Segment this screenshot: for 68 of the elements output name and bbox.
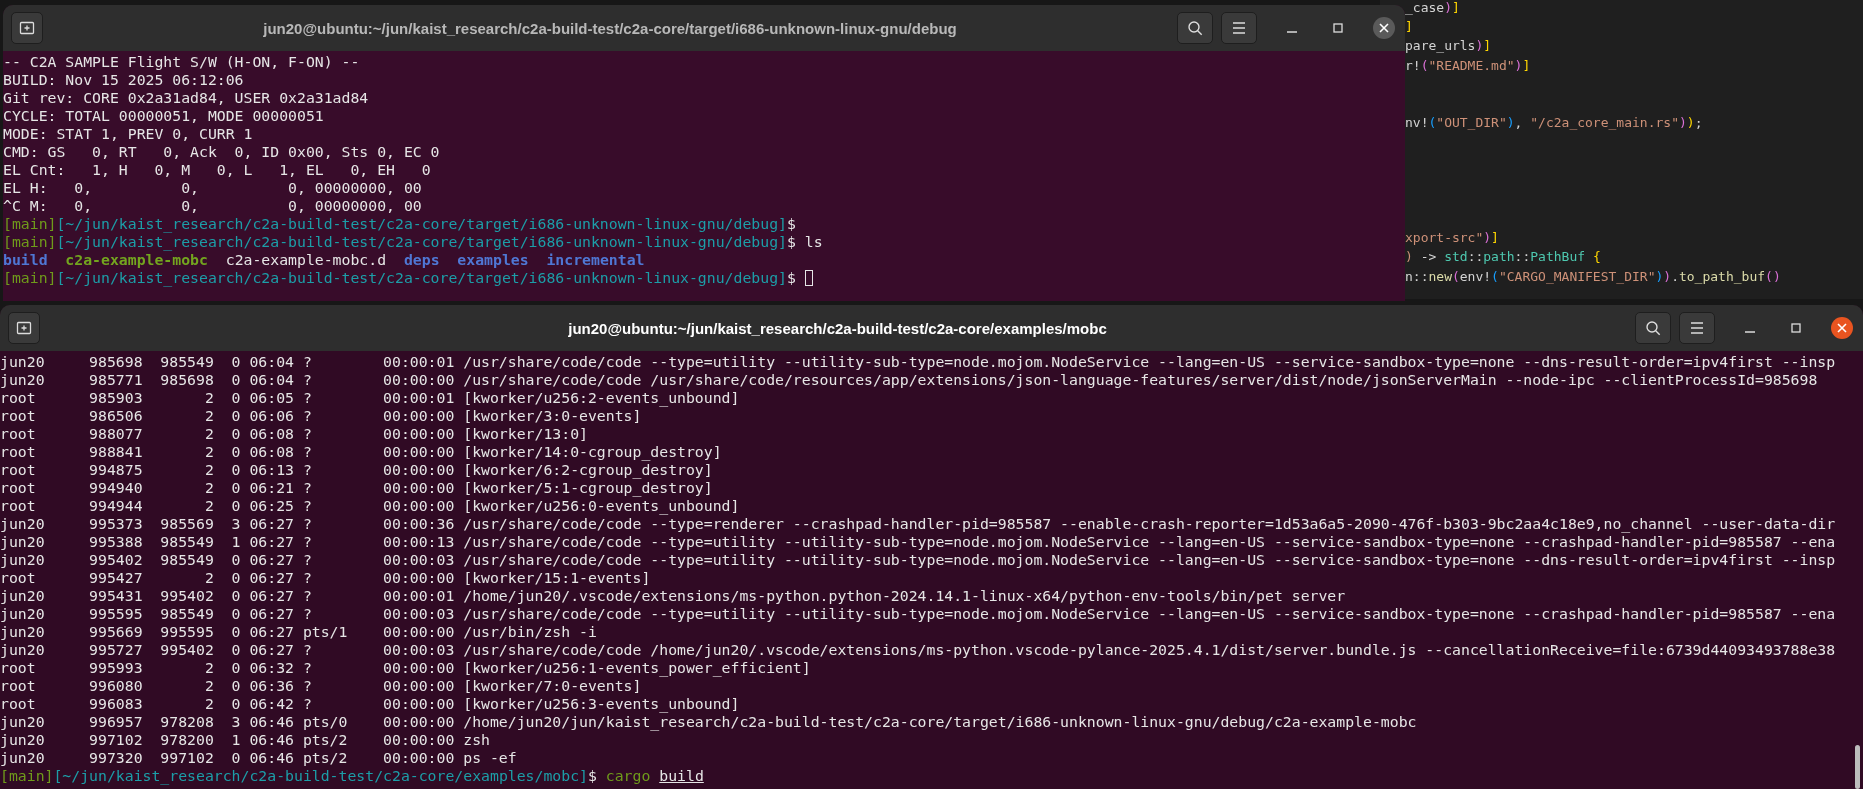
terminal-line: root 996083 2 0 06:42 ? 00:00:00 [kworker/u256:3-events_unbound] xyxy=(0,695,740,713)
terminal-line: root 985903 2 0 06:05 ? 00:00:01 [kworker/u256:2-events_unbound] xyxy=(0,389,740,407)
terminal-line: jun20 995402 985549 0 06:27 ? 00:00:03 /usr/share/code/code --type=utility --utility-sub-type=node.mojom.NodeService --lang=en-US --service-sandbox-type=none --dns-result-order=ipv4first --insp xyxy=(0,551,1836,569)
terminal-line: EL H: 0, 0, 0, 00000000, 00 xyxy=(3,179,422,197)
terminal-line: [main][~/jun/kaist_research/c2a-build-test/c2a-core/target/i686-unknown-linux-gnu/debug]$ ls xyxy=(3,233,823,251)
menu-button[interactable] xyxy=(1679,312,1715,344)
code-line: xport-src")] xyxy=(1405,229,1500,248)
terminal-line: MODE: STAT 1, PREV 0, CURR 1 xyxy=(3,125,253,143)
terminal-line: root 995993 2 0 06:32 ? 00:00:00 [kworker/u256:1-events_power_efficient] xyxy=(0,659,811,677)
terminal-line: jun20 997320 997102 0 06:46 pts/2 00:00:00 ps -ef xyxy=(0,749,517,767)
close-icon xyxy=(1379,23,1389,33)
search-icon xyxy=(1645,320,1661,336)
terminal-line: jun20 995373 985569 3 06:27 ? 00:00:36 /usr/share/code/code --type=renderer --crashpad-handler-pid=985587 --enable-crash-reporter=1d53a6a5-2090-476f-b303-9bc2aa4c18e9,no_channel --user-data-dir xyxy=(0,515,1836,533)
search-icon xyxy=(1187,20,1203,36)
terminal-line: build c2a-example-mobc c2a-example-mobc.d deps examples incremental xyxy=(3,251,645,269)
terminal-line: jun20 996957 978208 3 06:46 pts/0 00:00:00 /home/jun20/jun/kaist_research/c2a-build-test/c2a-core/target/i686-unknown-linux-gnu/debug/c2a-example-mobc xyxy=(0,713,1417,731)
terminal-line: jun20 995669 995595 0 06:27 pts/1 00:00:00 /usr/bin/zsh -i xyxy=(0,623,597,641)
terminal-line: root 994944 2 0 06:25 ? 00:00:00 [kworker/u256:0-events_unbound] xyxy=(0,497,740,515)
code-line: nv!("OUT_DIR"), "/c2a_core_main.rs")); xyxy=(1405,114,1704,133)
terminal-line: [main][~/jun/kaist_research/c2a-build-test/c2a-core/examples/mobc]$ cargo build xyxy=(0,767,704,785)
close-icon xyxy=(1837,323,1847,333)
terminal-line: jun20 995595 985549 0 06:27 ? 00:00:03 /usr/share/code/code --type=utility --utility-sub-type=node.mojom.NodeService --lang=en-US --service-sandbox-type=none --crashpad-handler-pid=985587 --ena xyxy=(0,605,1836,623)
terminal-line: root 988841 2 0 06:08 ? 00:00:00 [kworker/14:0-cgroup_destroy] xyxy=(0,443,722,461)
terminal-line: jun20 997102 978200 1 06:46 pts/2 00:00:00 zsh xyxy=(0,731,490,749)
code-line: r!("README.md")] xyxy=(1405,56,1532,75)
terminal-line: [main][~/jun/kaist_research/c2a-build-test/c2a-core/target/i686-unknown-linux-gnu/debug]$ xyxy=(3,269,797,287)
terminal-line: CMD: GS 0, RT 0, Ack 0, ID 0x00, Sts 0, EC 0 xyxy=(3,143,440,161)
terminal-line: root 994940 2 0 06:21 ? 00:00:00 [kworker/5:1-cgroup_destroy] xyxy=(0,479,713,497)
menu-icon xyxy=(1232,21,1246,35)
minimize-icon xyxy=(1287,31,1297,33)
terminal-line: ^C M: 0, 0, 0, 00000000, 00 xyxy=(3,197,422,215)
terminal-line: EL Cnt: 1, H 0, M 0, L 1, EL 0, EH 0 xyxy=(3,161,431,179)
terminal-line: jun20 995388 985549 1 06:27 ? 00:00:13 /usr/share/code/code --type=utility --utility-sub-type=node.mojom.NodeService --lang=en-US --service-sandbox-type=none --crashpad-handler-pid=985587 --ena xyxy=(0,533,1836,551)
terminal-line: root 988077 2 0 06:08 ? 00:00:00 [kworker/13:0] xyxy=(0,425,588,443)
menu-icon xyxy=(1690,321,1704,335)
new-tab-button[interactable] xyxy=(11,12,43,44)
terminal-line: -- C2A SAMPLE Flight S/W (H-ON, F-ON) -- xyxy=(3,53,360,71)
new-tab-icon xyxy=(19,21,35,35)
minimize-icon xyxy=(1745,331,1755,333)
window-title: jun20@ubuntu:~/jun/kaist_research/c2a-build-test/c2a-core/examples/mobc xyxy=(567,319,1108,337)
terminal-line: CYCLE: TOTAL 00000051, MODE 00000051 xyxy=(3,107,324,125)
code-line: n::new(env!("CARGO_MANIFEST_DIR")).to_path_buf() xyxy=(1405,267,1782,286)
terminal-line: Git rev: CORE 0x2a31ad84, USER 0x2a31ad84 xyxy=(3,89,369,107)
terminal-line: jun20 985698 985549 0 06:04 ? 00:00:01 /usr/share/code/code --type=utility --utility-sub-type=node.mojom.NodeService --lang=en-US --service-sandbox-type=none --dns-result-order=ipv4first --insp xyxy=(0,353,1836,371)
menu-button[interactable] xyxy=(1221,12,1257,44)
terminal-line: root 986506 2 0 06:06 ? 00:00:00 [kworker/3:0-events] xyxy=(0,407,642,425)
close-button[interactable] xyxy=(1373,17,1395,39)
code-line: ) -> std::path::PathBuf { xyxy=(1405,248,1602,267)
code-line: ] xyxy=(1405,18,1414,37)
terminal-line: root 995427 2 0 06:27 ? 00:00:00 [kworker/15:1-events] xyxy=(0,569,651,587)
close-button[interactable] xyxy=(1831,317,1853,339)
terminal-line: jun20 995431 995402 0 06:27 ? 00:00:01 /home/jun20/.vscode/extensions/ms-python.python-2024.14.1-linux-x64/python-env-tools/bin/pet server xyxy=(0,587,1346,605)
new-tab-icon xyxy=(16,321,32,335)
window-title: jun20@ubuntu:~/jun/kaist_research/c2a-build-test/c2a-core/target/i686-unknown-linux-gnu/debug xyxy=(262,19,958,37)
terminal-line: BUILD: Nov 15 2025 06:12:06 xyxy=(3,71,244,89)
terminal-line: jun20 995727 995402 0 06:27 ? 00:00:03 /usr/share/code/code /home/jun20/.vscode/extensions/ms-python.vscode-pylance-2025.4.1/dist/server.bundle.js --cancellationReceive=file:6739d44093493788e38 xyxy=(0,641,1836,659)
terminal-line: root 994875 2 0 06:13 ? 00:00:00 [kworker/6:2-cgroup_destroy] xyxy=(0,461,713,479)
new-tab-button[interactable] xyxy=(8,312,40,344)
terminal-line: [main][~/jun/kaist_research/c2a-build-test/c2a-core/target/i686-unknown-linux-gnu/debug]$ xyxy=(3,215,796,233)
terminal-line: jun20 985771 985698 0 06:04 ? 00:00:00 /usr/share/code/code /usr/share/code/resources/app/extensions/json-language-features/server/dist/node/jsonServerMain --node-ipc --clientProcessId=985698 xyxy=(0,371,1818,389)
code-line: _case)] xyxy=(1405,0,1461,17)
scrollbar-thumb[interactable] xyxy=(1855,745,1860,789)
search-button[interactable] xyxy=(1635,312,1671,344)
code-line: pare_urls)] xyxy=(1405,37,1493,56)
maximize-icon xyxy=(1791,323,1801,333)
terminal-line: root 996080 2 0 06:36 ? 00:00:00 [kworker/7:0-events] xyxy=(0,677,642,695)
search-button[interactable] xyxy=(1177,12,1213,44)
maximize-icon xyxy=(1333,23,1343,33)
